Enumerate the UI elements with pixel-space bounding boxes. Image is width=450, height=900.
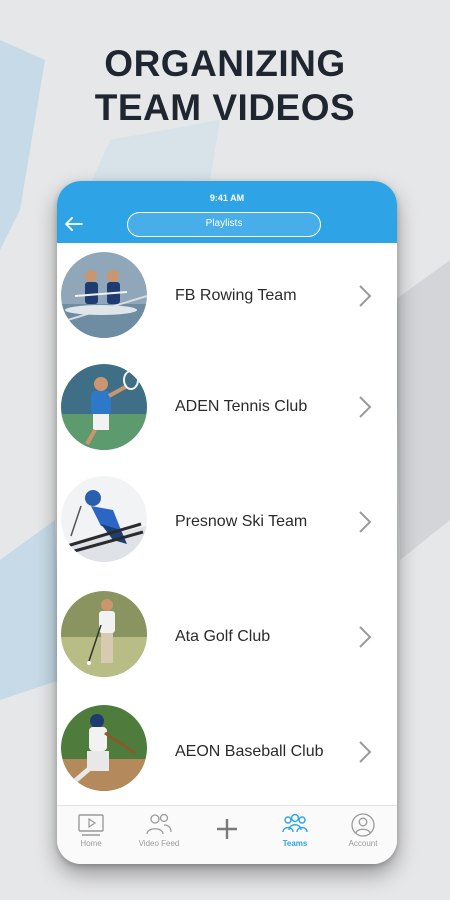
headline-line-1: ORGANIZING [104,43,346,84]
headline-line-2: TEAM VIDEOS [94,87,356,128]
tab-add[interactable] [193,806,261,864]
team-name: ADEN Tennis Club [175,398,308,415]
team-row-tennis[interactable]: ADEN Tennis Club [57,357,397,471]
team-name: Presnow Ski Team [175,513,308,530]
tab-label: Account [348,839,378,848]
page-headline: ORGANIZING TEAM VIDEOS [0,42,450,130]
users-icon [146,813,172,835]
playlists-button[interactable]: Playlists [127,212,321,237]
team-name: FB Rowing Team [175,287,297,304]
phone-mockup: 9:41 AM Playlists FB Rowing Team ADEN Te… [57,181,397,864]
plus-icon [217,819,237,839]
team-name: AEON Baseball Club [175,743,324,760]
chevron-right-icon [359,285,372,307]
tab-label: Teams [282,839,308,848]
user-circle-icon [351,813,375,837]
tab-teams[interactable]: Teams [261,806,329,864]
team-list: FB Rowing Team ADEN Tennis Club Presnow … [57,243,397,817]
team-name: Ata Golf Club [175,628,271,645]
tab-label: Home [80,839,102,848]
rowing-photo [61,252,147,338]
chevron-right-icon [359,511,372,533]
tab-account[interactable]: Account [329,806,397,864]
chevron-right-icon [359,626,372,648]
status-time: 9:41 AM [209,193,245,203]
baseball-photo [61,705,147,791]
arrow-left-icon [65,217,83,231]
tab-bar: Home Video Feed Teams Account [57,805,397,864]
team-row-ski[interactable]: Presnow Ski Team [57,471,397,585]
tab-video-feed[interactable]: Video Feed [125,806,193,864]
team-row-rowing[interactable]: FB Rowing Team [57,243,397,357]
tennis-photo [61,364,147,450]
tab-home[interactable]: Home [57,806,125,864]
team-group-icon [282,813,308,833]
chevron-right-icon [359,396,372,418]
video-screen-icon [78,814,104,836]
team-row-baseball[interactable]: AEON Baseball Club [57,699,397,817]
back-button[interactable] [61,211,87,237]
ski-photo [61,476,147,562]
tab-label: Video Feed [138,839,180,848]
golf-photo [61,591,147,677]
chevron-right-icon [359,741,372,763]
team-row-golf[interactable]: Ata Golf Club [57,585,397,699]
app-header: 9:41 AM Playlists [57,181,397,243]
